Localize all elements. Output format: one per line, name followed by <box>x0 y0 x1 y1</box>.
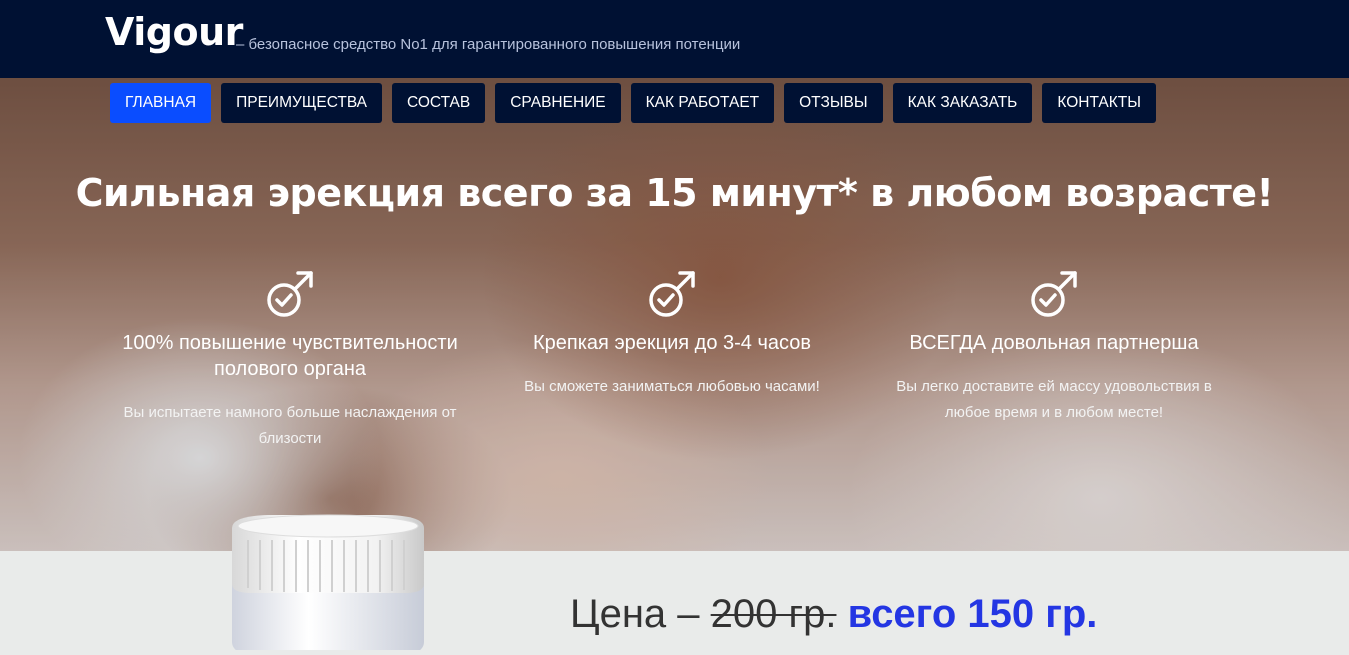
male-check-icon <box>264 268 316 320</box>
nav-item-composition[interactable]: СОСТАВ <box>392 83 486 123</box>
hero-headline: Сильная эрекция всего за 15 минут* в люб… <box>75 171 1274 215</box>
product-bottle-image <box>228 512 428 655</box>
feature-description: Вы сможете заниматься любовью часами! <box>524 378 820 395</box>
feature-card: 100% повышение чувствительности полового… <box>100 268 480 452</box>
brand-logo[interactable]: Vigour <box>105 10 243 54</box>
hero-section: ГЛАВНАЯ ПРЕИМУЩЕСТВА СОСТАВ СРАВНЕНИЕ КА… <box>0 78 1349 551</box>
brand-tagline: – безопасное средство No1 для гарантиров… <box>236 36 741 53</box>
feature-description: Вы испытаете намного больше наслаждения … <box>123 404 457 447</box>
male-check-icon <box>646 268 698 320</box>
nav-item-how-to-order[interactable]: КАК ЗАКАЗАТЬ <box>892 83 1033 123</box>
nav-item-home[interactable]: ГЛАВНАЯ <box>110 83 212 123</box>
nav-item-benefits[interactable]: ПРЕИМУЩЕСТВА <box>221 83 383 123</box>
main-nav: ГЛАВНАЯ ПРЕИМУЩЕСТВА СОСТАВ СРАВНЕНИЕ КА… <box>110 83 1166 123</box>
feature-card: Крепкая эрекция до 3-4 часов Вы сможете … <box>497 268 847 400</box>
nav-item-contacts[interactable]: КОНТАКТЫ <box>1042 83 1156 123</box>
nav-item-reviews[interactable]: ОТЗЫВЫ <box>784 83 883 123</box>
new-price: всего 150 гр. <box>847 592 1098 636</box>
feature-description: Вы легко доставите ей массу удовольствия… <box>896 378 1212 421</box>
price-line: Цена – 200 гр. всего 150 гр. <box>570 592 1097 637</box>
old-price: 200 гр. <box>710 592 837 636</box>
feature-title: 100% повышение чувствительности полового… <box>122 332 458 380</box>
feature-card: ВСЕГДА довольная партнерша Вы легко дост… <box>874 268 1234 426</box>
nav-item-how-it-works[interactable]: КАК РАБОТАЕТ <box>630 83 775 123</box>
site-header: Vigour – безопасное средство No1 для гар… <box>0 0 1349 78</box>
male-check-icon <box>1028 268 1080 320</box>
feature-title: Крепкая эрекция до 3-4 часов <box>533 332 811 354</box>
nav-item-comparison[interactable]: СРАВНЕНИЕ <box>495 83 621 123</box>
price-label: Цена – <box>570 592 700 636</box>
feature-title: ВСЕГДА довольная партнерша <box>909 332 1199 354</box>
